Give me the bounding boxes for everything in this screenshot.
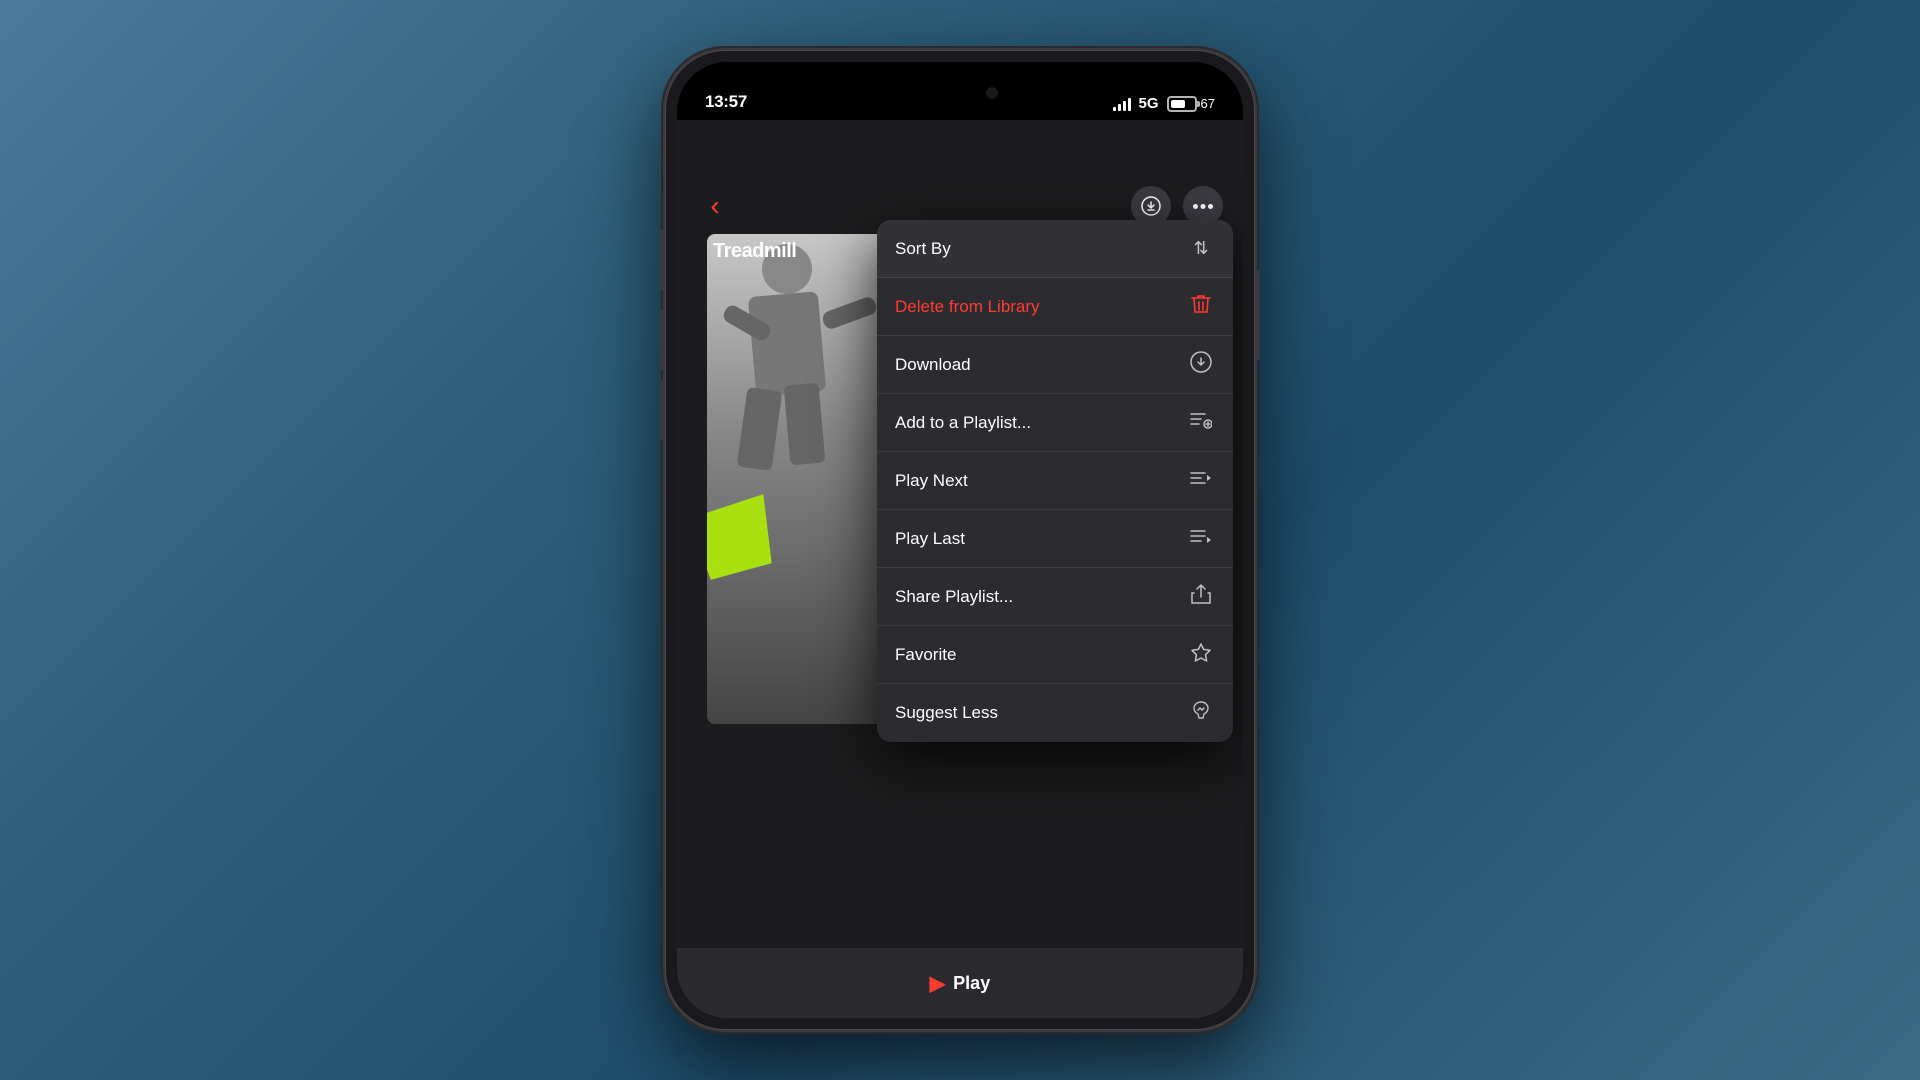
back-chevron-icon: ‹ bbox=[710, 190, 719, 222]
add-playlist-icon bbox=[1187, 411, 1215, 434]
share-icon bbox=[1187, 583, 1215, 610]
app-content: Treadmill ‹ bbox=[677, 120, 1243, 1018]
menu-item-share[interactable]: Share Playlist... bbox=[877, 568, 1233, 626]
battery-fill bbox=[1171, 100, 1185, 108]
download-icon bbox=[1141, 196, 1161, 216]
favorite-label: Favorite bbox=[895, 645, 956, 665]
play-last-icon bbox=[1187, 527, 1215, 550]
download-menu-icon bbox=[1187, 351, 1215, 378]
status-time: 13:57 bbox=[705, 92, 747, 112]
delete-label: Delete from Library bbox=[895, 297, 1040, 317]
phone-body: 13:57 5G 67 bbox=[665, 50, 1255, 1030]
playlist-cover-title: Treadmill bbox=[713, 240, 796, 263]
suggest-less-icon bbox=[1187, 700, 1215, 727]
delete-icon bbox=[1187, 293, 1215, 320]
download-label: Download bbox=[895, 355, 971, 375]
dynamic-island bbox=[900, 76, 1020, 110]
share-label: Share Playlist... bbox=[895, 587, 1013, 607]
menu-item-play-next[interactable]: Play Next bbox=[877, 452, 1233, 510]
menu-item-suggest-less[interactable]: Suggest Less bbox=[877, 684, 1233, 742]
figure-leg-left bbox=[737, 387, 783, 471]
favorite-icon bbox=[1187, 642, 1215, 668]
network-type: 5G bbox=[1139, 95, 1159, 112]
menu-item-delete[interactable]: Delete from Library bbox=[877, 278, 1233, 336]
camera-dot bbox=[986, 87, 998, 99]
menu-item-download[interactable]: Download bbox=[877, 336, 1233, 394]
play-last-label: Play Last bbox=[895, 529, 965, 549]
play-button[interactable]: ▶ Play bbox=[930, 971, 990, 996]
add-playlist-label: Add to a Playlist... bbox=[895, 413, 1031, 433]
menu-item-play-last[interactable]: Play Last bbox=[877, 510, 1233, 568]
suggest-less-label: Suggest Less bbox=[895, 703, 998, 723]
play-next-label: Play Next bbox=[895, 471, 968, 491]
context-menu: Sort By ⇅ Delete from Library bbox=[877, 220, 1233, 742]
status-right: 5G 67 bbox=[1113, 95, 1215, 112]
signal-bar-1 bbox=[1113, 107, 1116, 111]
battery bbox=[1167, 96, 1197, 112]
play-next-icon bbox=[1187, 469, 1215, 492]
signal-bar-2 bbox=[1118, 104, 1121, 111]
menu-item-add-playlist[interactable]: Add to a Playlist... bbox=[877, 394, 1233, 452]
play-triangle-icon: ▶ bbox=[930, 971, 945, 996]
battery-level: 67 bbox=[1201, 96, 1215, 111]
more-icon bbox=[1193, 204, 1213, 209]
phone-screen: 13:57 5G 67 bbox=[677, 62, 1243, 1018]
sort-icon: ⇅ bbox=[1187, 238, 1215, 259]
play-label: Play bbox=[953, 973, 990, 994]
green-accent bbox=[707, 479, 786, 595]
phone-device: 13:57 5G 67 bbox=[665, 50, 1255, 1030]
sort-by-label: Sort By bbox=[895, 239, 951, 259]
figure-arm-right bbox=[821, 295, 879, 331]
figure-torso bbox=[748, 291, 826, 397]
signal-bar-3 bbox=[1123, 101, 1126, 111]
cover-art-area bbox=[707, 234, 887, 724]
menu-item-favorite[interactable]: Favorite bbox=[877, 626, 1233, 684]
signal-bars bbox=[1113, 97, 1131, 111]
menu-item-sort-by[interactable]: Sort By ⇅ bbox=[877, 220, 1233, 278]
figure-leg-right bbox=[784, 383, 826, 466]
battery-container: 67 bbox=[1167, 96, 1215, 112]
athlete-figure bbox=[707, 234, 887, 724]
signal-bar-4 bbox=[1128, 98, 1131, 111]
play-area: ▶ Play bbox=[677, 948, 1243, 1018]
back-button[interactable]: ‹ bbox=[697, 188, 733, 224]
